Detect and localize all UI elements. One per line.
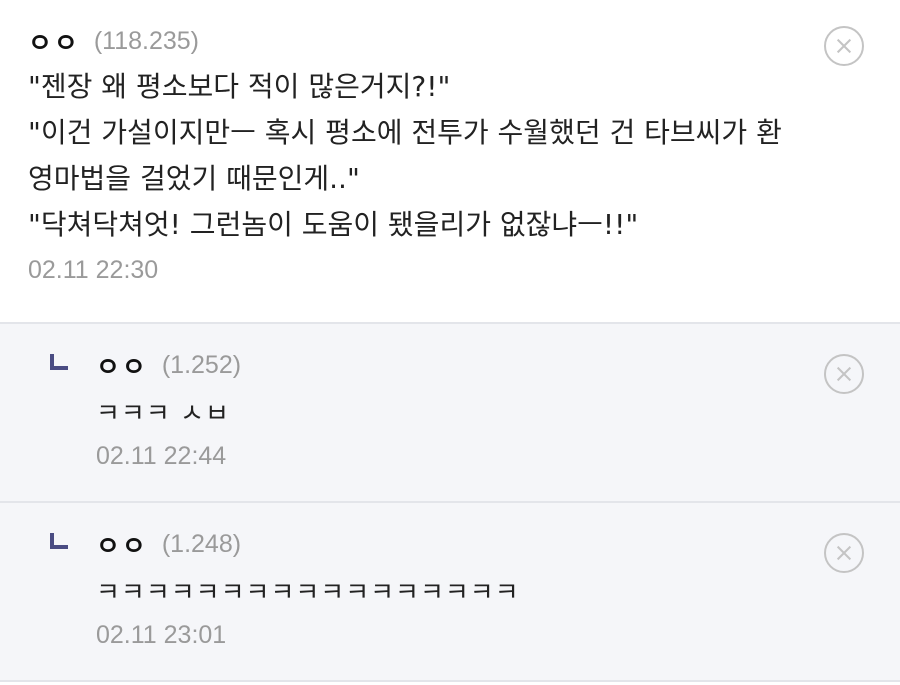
comment-list: ㅇㅇ (118.235) "젠장 왜 평소보다 적이 많은거지?!" "이건 가… <box>0 0 900 682</box>
comment-item: ㅇㅇ (118.235) "젠장 왜 평소보다 적이 많은거지?!" "이건 가… <box>0 0 900 324</box>
comment-author[interactable]: ㅇㅇ <box>28 23 80 60</box>
comment-text-line: 영마법을 걸었기 때문인게.." <box>28 162 360 195</box>
close-circle-icon[interactable] <box>824 26 864 66</box>
reply-body: ㅋㅋㅋㅋㅋㅋㅋㅋㅋㅋㅋㅋㅋㅋㅋㅋㅋ <box>50 571 864 615</box>
reply-text-line: ㅋㅋㅋㅋㅋㅋㅋㅋㅋㅋㅋㅋㅋㅋㅋㅋㅋ <box>96 578 520 608</box>
comment-text-line: "젠장 왜 평소보다 적이 많은거지?!" <box>28 70 451 103</box>
reply-body: ㅋㅋㅋ ㅅㅂ <box>50 392 864 436</box>
reply-item: ㅇㅇ (1.252) ㅋㅋㅋ ㅅㅂ 02.11 22:44 <box>0 324 900 503</box>
reply-ip: (1.252) <box>161 350 242 379</box>
reply-date: 02.11 23:01 <box>96 621 227 649</box>
comment-date: 02.11 22:30 <box>28 256 159 284</box>
close-circle-icon[interactable] <box>824 354 864 394</box>
close-circle-icon[interactable] <box>824 533 864 573</box>
reply-header: ㅇㅇ (1.252) <box>50 346 864 384</box>
reply-header: ㅇㅇ (1.248) <box>50 525 864 563</box>
comment-text-line: "닥쳐닥쳐엇! 그런놈이 도움이 됐을리가 없잖냐ㅡ!!" <box>28 208 639 241</box>
reply-author[interactable]: ㅇㅇ <box>96 347 148 384</box>
comment-body: "젠장 왜 평소보다 적이 많은거지?!" "이건 가설이지만ㅡ 혹시 평소에 … <box>28 64 864 248</box>
reply-arrow-icon <box>50 354 68 370</box>
reply-item: ㅇㅇ (1.248) ㅋㅋㅋㅋㅋㅋㅋㅋㅋㅋㅋㅋㅋㅋㅋㅋㅋ 02.11 23:01 <box>0 503 900 682</box>
reply-ip: (1.248) <box>161 529 242 558</box>
reply-text-line: ㅋㅋㅋ ㅅㅂ <box>96 399 230 429</box>
reply-author[interactable]: ㅇㅇ <box>96 526 148 563</box>
reply-arrow-icon <box>50 533 68 549</box>
comment-header: ㅇㅇ (118.235) <box>28 22 864 60</box>
comment-text-line: "이건 가설이지만ㅡ 혹시 평소에 전투가 수월했던 건 타브씨가 환 <box>28 116 782 149</box>
comment-ip: (118.235) <box>93 26 200 55</box>
reply-date: 02.11 22:44 <box>96 442 227 470</box>
